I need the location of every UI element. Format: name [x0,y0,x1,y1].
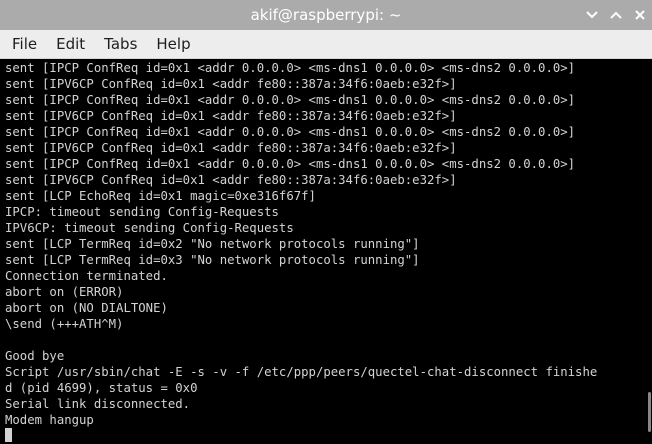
terminal-line: IPV6CP: timeout sending Config-Requests [5,221,294,235]
terminal-line: Serial link disconnected. [5,397,191,411]
terminal-line: sent [IPV6CP ConfReq id=0x1 <addr fe80::… [5,109,457,123]
terminal-window: akif@raspberrypi: ~ File Edit Tabs Help … [0,0,652,444]
scrollbar-thumb[interactable] [648,392,651,432]
terminal-line: sent [LCP EchoReq id=0x1 magic=0xe316f67… [5,189,316,203]
terminal-line: Connection terminated. [5,269,168,283]
terminal-lines: sent [IPCP ConfReq id=0x1 <addr 0.0.0.0>… [5,60,597,428]
window-controls [580,0,652,30]
menu-tabs[interactable]: Tabs [94,35,146,53]
text-cursor [5,428,12,442]
terminal-line: d (pid 4699), status = 0x0 [5,381,198,395]
terminal-line: sent [IPCP ConfReq id=0x1 <addr 0.0.0.0>… [5,125,576,139]
terminal-line: sent [IPCP ConfReq id=0x1 <addr 0.0.0.0>… [5,93,576,107]
menu-file[interactable]: File [0,35,46,53]
terminal-line: Modem hangup [5,413,94,427]
menu-edit[interactable]: Edit [46,35,94,53]
menu-help[interactable]: Help [146,35,199,53]
terminal-line: Good bye [5,349,65,363]
terminal-line: \send (+++ATH^M) [5,317,124,331]
maximize-icon[interactable] [604,0,628,30]
terminal-line: sent [IPCP ConfReq id=0x1 <addr 0.0.0.0>… [5,61,576,75]
terminal-line: Script /usr/sbin/chat -E -s -v -f /etc/p… [5,365,598,379]
terminal-scrollbar[interactable] [646,59,652,444]
window-title: akif@raspberrypi: ~ [250,6,402,24]
close-icon[interactable] [628,0,652,30]
terminal-line: sent [IPCP ConfReq id=0x1 <addr 0.0.0.0>… [5,157,576,171]
minimize-icon[interactable] [580,0,604,30]
title-bar[interactable]: akif@raspberrypi: ~ [0,0,652,30]
terminal-line: abort on (ERROR) [5,285,124,299]
terminal-line: IPCP: timeout sending Config-Requests [5,205,279,219]
terminal-line: sent [IPV6CP ConfReq id=0x1 <addr fe80::… [5,173,457,187]
terminal-output[interactable]: sent [IPCP ConfReq id=0x1 <addr 0.0.0.0>… [0,59,646,444]
terminal-line: sent [LCP TermReq id=0x2 "No network pro… [5,237,420,251]
terminal-line: sent [IPV6CP ConfReq id=0x1 <addr fe80::… [5,141,457,155]
terminal-line: sent [IPV6CP ConfReq id=0x1 <addr fe80::… [5,77,457,91]
terminal-line: abort on (NO DIALTONE) [5,301,168,315]
menu-bar: File Edit Tabs Help [0,30,652,59]
terminal-line: sent [LCP TermReq id=0x3 "No network pro… [5,253,420,267]
